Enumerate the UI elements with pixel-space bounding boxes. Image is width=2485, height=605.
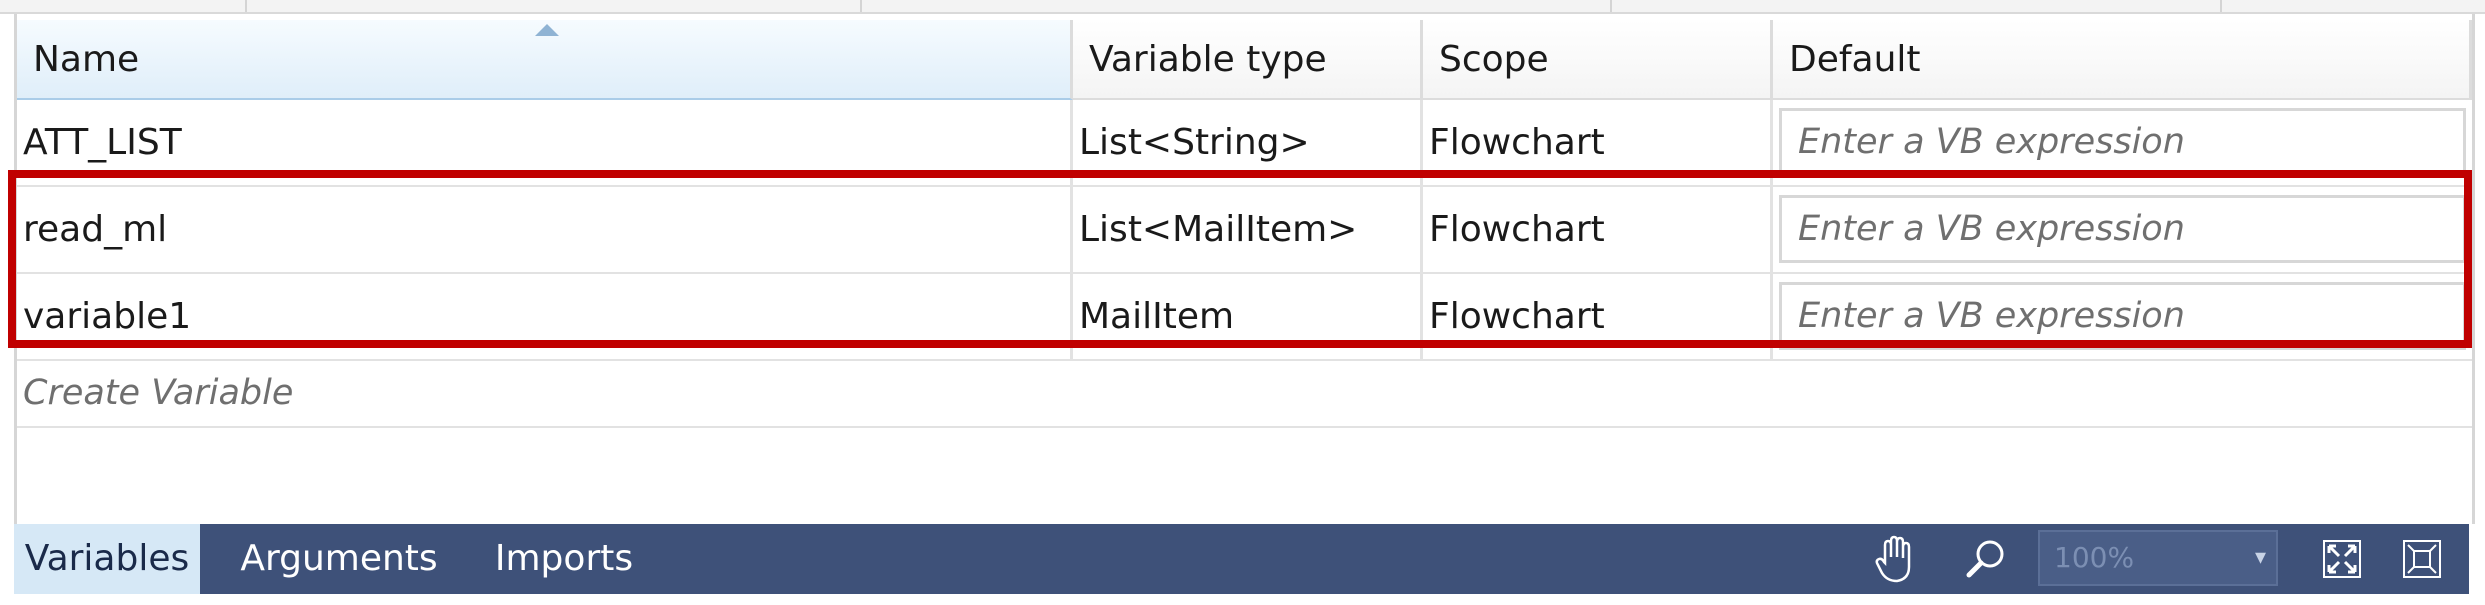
scope-cell[interactable]: Flowchart [1423,274,1773,359]
tab-imports[interactable]: Imports [474,524,654,594]
default-expression-input[interactable]: Enter a VB expression [1779,108,2466,176]
table-row[interactable]: read_ml List<MailItem> Flowchart Enter a… [17,187,2472,274]
default-cell: Enter a VB expression [1773,100,2472,185]
chevron-down-icon: ▾ [2254,545,2266,570]
column-header-label: Scope [1439,39,1549,80]
column-header-label: Variable type [1089,39,1327,80]
separator [2220,0,2222,12]
default-expression-input[interactable]: Enter a VB expression [1779,282,2466,350]
column-header-label: Name [33,39,140,80]
table-row[interactable]: variable1 MailItem Flowchart Enter a VB … [17,274,2472,361]
tab-variables[interactable]: Variables [14,524,200,594]
column-header-label: Default [1789,39,1921,80]
variable-name-cell[interactable]: variable1 [17,274,1073,359]
default-cell: Enter a VB expression [1773,274,2472,359]
zoom-level-value: 100% [2054,541,2135,574]
sort-ascending-icon [535,24,559,36]
variable-type-cell[interactable]: List<String> [1073,100,1423,185]
separator [860,0,862,12]
default-cell: Enter a VB expression [1773,187,2472,272]
zoom-level-select[interactable]: 100% ▾ [2038,530,2278,586]
table-row[interactable]: ATT_LIST List<String> Flowchart Enter a … [17,100,2472,187]
variable-name-cell[interactable]: read_ml [17,187,1073,272]
designer-bottom-bar: Variables Arguments Imports 100% ▾ [14,524,2469,594]
variable-type-cell[interactable]: List<MailItem> [1073,187,1423,272]
default-expression-input[interactable]: Enter a VB expression [1779,195,2466,263]
variable-type-cell[interactable]: MailItem [1073,274,1423,359]
variables-panel: Name Variable type Scope Default ATT_LIS… [14,14,2475,524]
column-header-name[interactable]: Name [17,20,1073,100]
scope-cell[interactable]: Flowchart [1423,100,1773,185]
column-header-variable-type[interactable]: Variable type [1073,20,1423,100]
overview-icon[interactable] [2394,524,2450,594]
separator [245,0,247,12]
tab-arguments[interactable]: Arguments [214,524,464,594]
column-header-scope[interactable]: Scope [1423,20,1773,100]
create-variable-row[interactable]: Create Variable [17,360,2472,428]
panel-top-strip [0,0,2485,14]
variable-name-cell[interactable]: ATT_LIST [17,100,1073,185]
scope-cell[interactable]: Flowchart [1423,187,1773,272]
fit-to-screen-icon[interactable] [2314,524,2370,594]
create-variable-label[interactable]: Create Variable [23,360,293,426]
pan-hand-icon[interactable] [1864,524,1928,594]
grid-header: Name Variable type Scope Default [17,20,2472,100]
separator [1610,0,1612,12]
column-header-default[interactable]: Default [1773,20,2472,100]
zoom-magnifier-icon[interactable] [1954,524,2018,594]
